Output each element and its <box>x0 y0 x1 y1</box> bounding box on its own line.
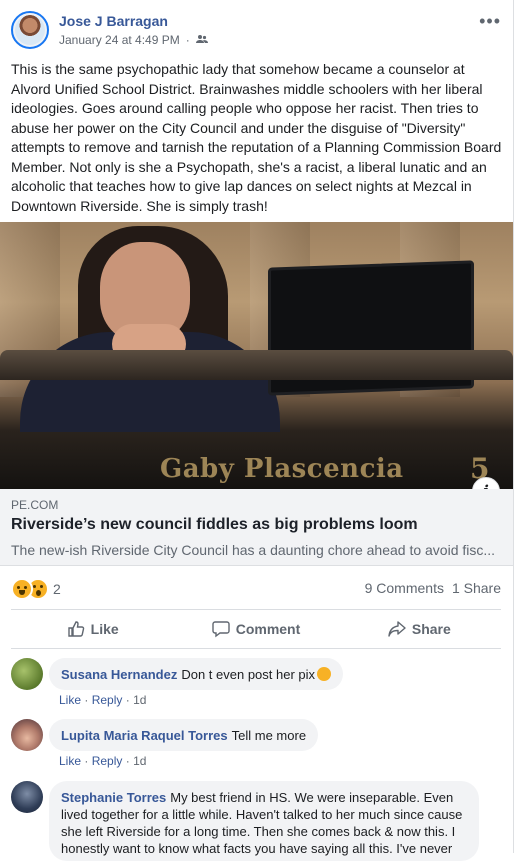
reactions-summary[interactable]: 2 <box>11 578 61 600</box>
link-preview[interactable]: PE.COM Riverside’s new council fiddles a… <box>0 489 513 566</box>
comment-time[interactable]: 1d <box>133 754 146 768</box>
comment-reply-link[interactable]: Reply <box>92 693 123 707</box>
commenter-avatar[interactable] <box>11 781 43 813</box>
share-icon <box>388 621 406 637</box>
meta-separator: · <box>185 33 190 47</box>
divider <box>11 648 501 649</box>
commenter-avatar[interactable] <box>11 719 43 751</box>
comment-bubble: Susana Hernandez Don t even post her pix <box>49 658 344 690</box>
comment-like-link[interactable]: Like <box>59 693 81 707</box>
action-bar: Like Comment Share <box>11 611 501 647</box>
comment-label: Comment <box>235 621 301 637</box>
post-timestamp[interactable]: January 24 at 4:49 PM <box>59 33 180 47</box>
comment-bubble: Lupita Maria Raquel Torres Tell me more <box>49 719 319 751</box>
commenter-name[interactable]: Lupita Maria Raquel Torres <box>61 728 228 743</box>
comment-actions: Like · Reply · 1d <box>59 693 147 707</box>
like-label: Like <box>90 621 119 637</box>
comment-time[interactable]: 1d <box>133 693 146 707</box>
post-card: Jose J Barragan January 24 at 4:49 PM · … <box>0 0 514 861</box>
author-avatar[interactable] <box>11 11 49 49</box>
comment-reply-link[interactable]: Reply <box>92 754 123 768</box>
commenter-avatar[interactable] <box>11 658 43 690</box>
more-options-icon[interactable]: ••• <box>479 11 501 32</box>
comment-text: Don t even post her pix <box>181 667 316 682</box>
comment-icon <box>212 621 230 638</box>
worried-emoji-icon <box>317 667 332 681</box>
post-meta: January 24 at 4:49 PM · <box>59 33 208 47</box>
post-image[interactable]: Gaby Plascencia 5 <box>0 222 513 489</box>
friends-icon[interactable] <box>195 33 208 47</box>
commenter-name[interactable]: Susana Hernandez <box>61 667 177 682</box>
shares-count-link[interactable]: 1 Share <box>452 580 501 596</box>
haha-reaction-icon <box>11 578 33 600</box>
share-label: Share <box>411 621 451 637</box>
like-button[interactable]: Like <box>11 611 174 647</box>
link-description: The new-ish Riverside City Council has a… <box>11 542 496 558</box>
thumbs-up-icon <box>67 621 84 637</box>
post-stats: 9 Comments 1 Share <box>365 580 501 596</box>
reaction-count: 2 <box>53 581 61 597</box>
comment-bubble: Stephanie Torres My best friend in HS. We… <box>49 781 479 861</box>
comments-count-link[interactable]: 9 Comments <box>365 580 444 596</box>
post-text: This is the same psychopathic lady that … <box>11 61 502 214</box>
share-button[interactable]: Share <box>338 611 501 647</box>
comment-like-link[interactable]: Like <box>59 754 81 768</box>
comment-text: Tell me more <box>231 728 307 743</box>
divider <box>11 609 501 610</box>
comment-actions: Like · Reply · 1d <box>59 754 147 768</box>
author-name[interactable]: Jose J Barragan <box>59 13 168 29</box>
link-title[interactable]: Riverside’s new council fiddles as big p… <box>11 516 418 534</box>
nameplate-text: Gaby Plascencia <box>160 454 404 484</box>
commenter-name[interactable]: Stephanie Torres <box>61 790 166 805</box>
post-header: Jose J Barragan January 24 at 4:49 PM · … <box>11 11 501 53</box>
link-domain: PE.COM <box>11 498 59 512</box>
comment-button[interactable]: Comment <box>174 611 337 647</box>
